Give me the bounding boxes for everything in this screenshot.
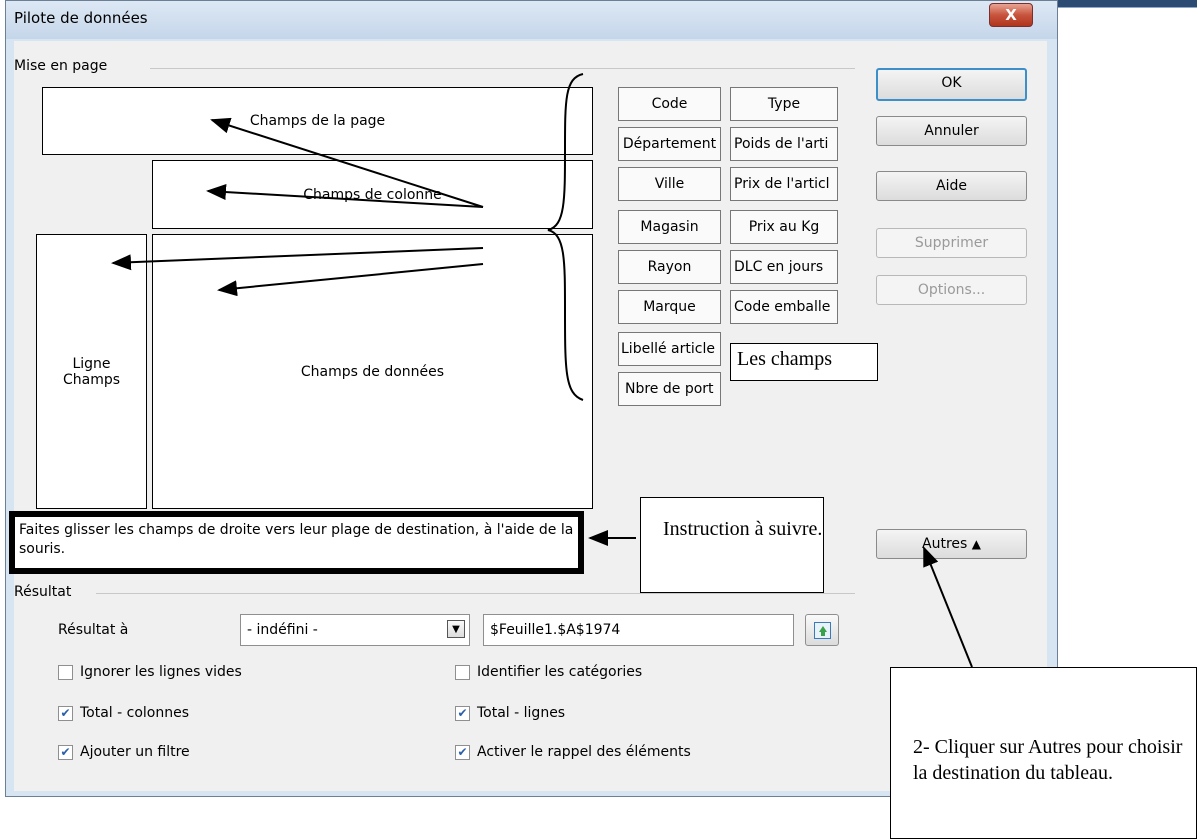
arrow-to-autres <box>923 546 973 668</box>
annotation-arrows <box>111 73 973 668</box>
arrow-to-data-fields <box>217 263 484 297</box>
fields-brace <box>547 73 584 401</box>
arrow-to-row-fields <box>111 247 484 271</box>
